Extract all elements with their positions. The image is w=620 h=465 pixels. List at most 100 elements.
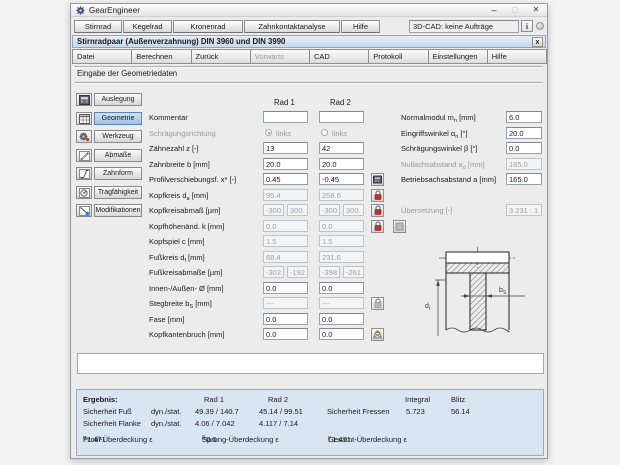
toolbar-cad[interactable]: CAD	[309, 49, 369, 64]
zaehnezahl-rad2-input[interactable]	[319, 142, 364, 154]
sicherheit-fuss-rad2-value: 45.14 / 99.51	[259, 407, 303, 416]
title-bar: GearEngineer – □ ✕	[71, 4, 547, 17]
kopfhoehenaend-label: Kopfhöhenänd. k [mm]	[149, 222, 224, 231]
eingriffswinkel-label: Eingriffswinkel αn [°]	[401, 129, 468, 140]
kopfkreisabmass-rad2-min-input	[319, 204, 340, 216]
zahnbreite-label: Zahnbreite b [mm]	[149, 160, 210, 169]
innen-aussen-rad1-input[interactable]	[263, 282, 308, 294]
sicherheit-fuss-label: Sicherheit Fuß	[83, 407, 132, 416]
normalmodul-input[interactable]	[506, 111, 542, 123]
profilverschiebung-rad2-input[interactable]	[319, 173, 364, 185]
close-button[interactable]: ✕	[527, 4, 545, 17]
schraegungsrichtung-rad2-radio[interactable]	[321, 129, 328, 136]
fase-rad1-input[interactable]	[263, 313, 308, 325]
fase-label: Fase [mm]	[149, 315, 184, 324]
menu-kegelrad[interactable]: Kegelrad	[123, 20, 172, 33]
sicherheit-fuss-dyn-label: dyn./stat.	[151, 407, 181, 416]
message-area	[77, 353, 544, 374]
schraegungsrichtung-rad1-radio[interactable]	[265, 129, 272, 136]
column-header-rad2: Rad 2	[330, 98, 351, 107]
betriebsachsabstand-input[interactable]	[506, 173, 542, 185]
diagram-di-label: di	[425, 303, 430, 312]
kopfhoehenaend-rad2-input	[319, 220, 364, 232]
toolbar-zurueck[interactable]: Zurück	[191, 49, 251, 64]
kopfkantenbruch-rad1-input[interactable]	[263, 328, 308, 340]
menu-kronenrad[interactable]: Kronenrad	[173, 20, 243, 33]
results-rad2-header: Rad 2	[268, 395, 288, 404]
stegbreite-lock-icon[interactable]	[371, 297, 384, 310]
schraegungsrichtung-rad2-radio-label: links	[332, 129, 347, 138]
toolbar-hilfe[interactable]: Hilfe	[487, 49, 547, 64]
separator	[74, 66, 543, 68]
kommentar-rad2-input[interactable]	[319, 111, 364, 123]
zaehnezahl-rad1-input[interactable]	[263, 142, 308, 154]
document-title: Stirnradpaar (Außenverzahnung) DIN 3960 …	[77, 37, 285, 46]
kopfhoehenaend-options-button[interactable]	[393, 220, 406, 233]
app-gear-icon	[76, 6, 85, 15]
document-close-button[interactable]: x	[532, 37, 543, 47]
zahnbreite-rad1-input[interactable]	[263, 158, 308, 170]
kopfhoehenaend-lock-icon[interactable]	[371, 220, 384, 233]
sicherheit-flanke-dyn-label: dyn./stat.	[151, 419, 181, 428]
fusskreisabmasse-rad1-max-input	[287, 266, 308, 278]
uebersetzung-label: Übersetzung [-]	[401, 206, 452, 215]
results-rad1-header: Rad 1	[204, 395, 224, 404]
window-title: GearEngineer	[89, 6, 140, 15]
menu-hilfe[interactable]: Hilfe	[341, 20, 380, 33]
maximize-button[interactable]: □	[506, 4, 524, 17]
row-kopfkreis: Kopfkreis da [mm]	[71, 189, 547, 203]
toolbar-protokoll[interactable]: Protokoll	[368, 49, 428, 64]
row-profilverschiebung: Profilverschiebungsf. x* [-] Betriebsach…	[71, 173, 547, 187]
sicherheit-flanke-rad2-value: 4.117 / 7.14	[259, 419, 298, 428]
profilverschiebung-rad1-input[interactable]	[263, 173, 308, 185]
uebersetzung-input	[506, 204, 542, 216]
fusskreisabmasse-label: Fußkreisabmaße [µm]	[149, 268, 223, 277]
eingriffswinkel-input[interactable]	[506, 127, 542, 139]
fusskreis-rad1-input	[263, 251, 308, 263]
toolbar-berechnen[interactable]: Berechnen	[131, 49, 191, 64]
kopfkantenbruch-chamfer-icon[interactable]	[371, 328, 384, 341]
diagram-bs-label: bS	[499, 287, 507, 296]
fase-rad2-input[interactable]	[319, 313, 364, 325]
toolbar-einstellungen[interactable]: Einstellungen	[428, 49, 488, 64]
zahnbreite-rad2-input[interactable]	[319, 158, 364, 170]
kopfkreis-label: Kopfkreis da [mm]	[149, 191, 208, 202]
zaehnezahl-label: Zähnezahl z [-]	[149, 144, 199, 153]
kopfkantenbruch-rad2-input[interactable]	[319, 328, 364, 340]
balance-calc-button[interactable]	[371, 173, 384, 186]
kopfhoehenaend-rad1-input	[263, 220, 308, 232]
stegbreite-rad1-input	[263, 297, 308, 309]
row-kopfkreisabmass: Kopfkreisabmaß [µm] Übersetzung [-]	[71, 204, 547, 218]
auslegung-icon[interactable]	[76, 93, 92, 106]
row-schraegungsrichtung: Schrägungsrichtung links links Eingriffs…	[71, 127, 547, 141]
fusskreisabmasse-rad2-max-input	[343, 266, 364, 278]
kopfspiel-rad2-input	[319, 235, 364, 247]
stegbreite-label: Stegbreite bS [mm]	[149, 299, 212, 310]
kopfkreisabmass-lock-icon[interactable]	[371, 204, 384, 217]
kopfkreis-lock-icon[interactable]	[371, 189, 384, 202]
toolbar-vorwaerts: Vorwärts	[250, 49, 310, 64]
document-header: Stirnradpaar (Außenverzahnung) DIN 3960 …	[72, 35, 546, 48]
sidebar-auslegung[interactable]: Auslegung	[94, 93, 142, 106]
row-kopfhoehenaend: Kopfhöhenänd. k [mm]	[71, 220, 547, 234]
sicherheit-fuss-rad1-value: 49.39 / 140.7	[195, 407, 239, 416]
kommentar-rad1-input[interactable]	[263, 111, 308, 123]
nullachsabstand-label: Nullachsabstand ad [mm]	[401, 160, 485, 171]
normalmodul-label: Normalmodul mn [mm]	[401, 113, 476, 124]
menu-bar: Stirnrad Kegelrad Kronenrad Zahnkontakta…	[71, 18, 547, 34]
sicherheit-flanke-label: Sicherheit Flanke	[83, 419, 141, 428]
innen-aussen-rad2-input[interactable]	[319, 282, 364, 294]
toolbar-datei[interactable]: Datei	[72, 49, 132, 64]
betriebsachsabstand-label: Betriebsachsabstand a [mm]	[401, 175, 496, 184]
info-button[interactable]: i	[521, 20, 533, 32]
toolbar: Datei Berechnen Zurück Vorwärts CAD Prot…	[72, 49, 546, 64]
profilverschiebung-label: Profilverschiebungsf. x* [-]	[149, 175, 236, 184]
innen-aussen-label: Innen-/Außen- Ø [mm]	[149, 284, 224, 293]
schraegungswinkel-input[interactable]	[506, 142, 542, 154]
menu-stirnrad[interactable]: Stirnrad	[74, 20, 122, 33]
sicherheit-fressen-label: Sicherheit Fressen	[327, 407, 390, 416]
fusskreis-label: Fußkreis df [mm]	[149, 253, 205, 264]
menu-zahnkontaktanalyse[interactable]: Zahnkontaktanalyse	[244, 20, 340, 33]
row-kommentar: Kommentar Normalmodul mn [mm]	[71, 111, 547, 125]
minimize-button[interactable]: –	[485, 4, 503, 17]
